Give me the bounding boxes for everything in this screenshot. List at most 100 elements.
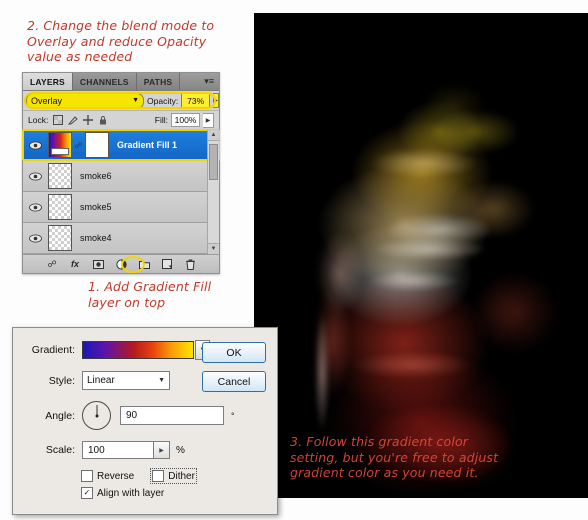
scale-input[interactable]: 100 [82, 441, 154, 459]
add-layer-mask-icon[interactable] [92, 258, 105, 271]
gradient-preview-swatch[interactable] [82, 341, 194, 359]
smoke-wisp-left [314, 313, 330, 433]
eye-icon [28, 234, 42, 243]
chevron-down-icon: ▼ [158, 377, 165, 384]
delete-layer-icon[interactable] [184, 258, 197, 271]
smoke-wisp-top [430, 109, 520, 155]
watermark: 美纹设计论坛 WWW.MISSYUAN.COM [424, 496, 585, 499]
lock-image-icon[interactable] [68, 115, 79, 125]
dither-checkbox[interactable]: Dither [150, 468, 197, 484]
angle-center-dot [95, 414, 98, 417]
layer-visibility-toggle-2[interactable] [25, 203, 45, 212]
angle-row: Angle: 90 ° [23, 401, 267, 430]
lock-row: Lock: Fill: 100% ▶ [23, 111, 219, 130]
layer-row-gradient-fill-1[interactable]: ☍ Gradient Fill 1 [22, 129, 220, 161]
layers-list: ☍ Gradient Fill 1 smoke6 smoke5 smoke4 ▲… [22, 129, 220, 254]
smoke-artwork-preview: 美纹设计论坛 WWW.MISSYUAN.COM [254, 13, 588, 498]
annotation-step-1: 1. Add Gradient Fill layer on top [88, 279, 212, 310]
layer-thumbnail-2[interactable] [48, 194, 72, 220]
blend-mode-select[interactable]: Overlay ▼ [26, 92, 144, 109]
watermark-chinese: 美纹设计论坛 [424, 496, 480, 498]
angle-unit: ° [231, 410, 235, 421]
dither-label: Dither [168, 470, 195, 482]
layer-row-smoke5[interactable]: smoke5 [23, 192, 219, 223]
tab-paths-label: PATHS [143, 76, 173, 87]
lock-label: Lock: [28, 115, 49, 125]
opacity-value: 73% [187, 95, 205, 106]
cancel-button-label: Cancel [217, 375, 251, 388]
cancel-button[interactable]: Cancel [202, 371, 266, 392]
scroll-down-icon[interactable]: ▼ [208, 243, 219, 254]
layer-thumbnail-gradient[interactable] [48, 132, 72, 158]
reverse-checkbox[interactable]: Reverse [81, 470, 134, 482]
align-label: Align with layer [97, 487, 165, 499]
new-group-icon[interactable] [138, 258, 151, 271]
tab-channels-label: CHANNELS [79, 76, 129, 87]
fill-input[interactable]: 100% [171, 113, 200, 127]
chevron-down-icon: ▼ [132, 97, 139, 104]
reverse-checkbox-box [81, 470, 93, 482]
smoke-wisp-center [384, 213, 494, 247]
gradient-label: Gradient: [31, 344, 75, 356]
opacity-input[interactable]: 73% [181, 93, 211, 108]
scroll-up-icon[interactable]: ▲ [208, 130, 219, 141]
scale-unit: % [176, 444, 185, 456]
lock-transparency-icon[interactable] [53, 115, 64, 125]
scale-label: Scale: [45, 444, 75, 456]
link-layers-icon[interactable]: ☍ [46, 258, 59, 271]
layers-panel: LAYERS CHANNELS PATHS ▾≡ Overlay ▼ Opaci… [22, 72, 220, 274]
layer-mask-thumbnail[interactable] [85, 132, 109, 158]
layer-name-0: Gradient Fill 1 [117, 140, 178, 150]
new-layer-icon[interactable] [161, 258, 174, 271]
tab-channels[interactable]: CHANNELS [72, 73, 137, 90]
reverse-label: Reverse [97, 470, 135, 482]
tab-layers[interactable]: LAYERS [23, 73, 73, 90]
layer-visibility-toggle-1[interactable] [25, 172, 45, 181]
layer-name-3: smoke4 [80, 233, 112, 243]
layer-row-smoke6[interactable]: smoke6 [23, 161, 219, 192]
fill-stepper[interactable]: ▶ [203, 112, 214, 128]
align-with-layer-checkbox[interactable]: ✓ Align with layer [81, 487, 164, 499]
opacity-stepper[interactable]: ▶ [213, 93, 219, 108]
screenshot-root: 美纹设计论坛 WWW.MISSYUAN.COM 2. Change the bl… [0, 0, 588, 520]
checkbox-row-2: ✓ Align with layer [81, 487, 267, 499]
dither-checkbox-box [152, 470, 165, 482]
annotation-step-3: 3. Follow this gradient color setting, b… [290, 434, 499, 480]
blend-mode-row: Overlay ▼ Opacity: 73% ▶ [23, 91, 219, 111]
scrollbar-thumb[interactable] [209, 144, 218, 180]
fill-group: Fill: 100% ▶ [154, 112, 214, 128]
scale-row: Scale: 100 ▶ % [23, 441, 267, 459]
scale-stepper[interactable]: ▶ [154, 441, 170, 459]
tab-layers-label: LAYERS [30, 76, 65, 87]
dialog-buttons: OK Cancel [202, 342, 266, 392]
layer-style-fx-icon[interactable]: fx [69, 258, 82, 271]
lock-position-icon[interactable] [83, 115, 94, 125]
style-select[interactable]: Linear ▼ [82, 371, 170, 390]
layers-panel-footer: ☍ fx [23, 254, 219, 273]
ok-button-label: OK [226, 346, 242, 359]
angle-dial[interactable] [82, 401, 111, 430]
style-label: Style: [48, 374, 75, 387]
tab-paths[interactable]: PATHS [136, 73, 181, 90]
panel-menu-icon[interactable]: ▾≡ [199, 73, 219, 90]
annotation-step-2: 2. Change the blend mode to Overlay and … [27, 18, 215, 64]
layer-row-smoke4[interactable]: smoke4 [23, 223, 219, 254]
eye-icon [28, 141, 42, 150]
layers-scrollbar[interactable]: ▲ ▼ [207, 130, 219, 254]
new-adjustment-layer-icon[interactable] [115, 258, 128, 271]
layer-visibility-toggle-3[interactable] [25, 234, 45, 243]
layer-thumbnail-1[interactable] [48, 163, 72, 189]
ok-button[interactable]: OK [202, 342, 266, 363]
mask-link-icon[interactable]: ☍ [74, 138, 82, 152]
layer-visibility-toggle-0[interactable] [25, 141, 45, 150]
fill-label: Fill: [154, 115, 168, 125]
angle-value: 90 [126, 410, 138, 421]
layer-name-2: smoke5 [80, 202, 112, 212]
style-value: Linear [87, 375, 115, 386]
opacity-label: Opacity: [147, 95, 179, 106]
eye-icon [28, 172, 42, 181]
angle-input[interactable]: 90 [120, 406, 224, 425]
lock-all-icon[interactable] [98, 115, 108, 125]
align-checkbox-box: ✓ [81, 487, 93, 499]
layer-thumbnail-3[interactable] [48, 225, 72, 251]
